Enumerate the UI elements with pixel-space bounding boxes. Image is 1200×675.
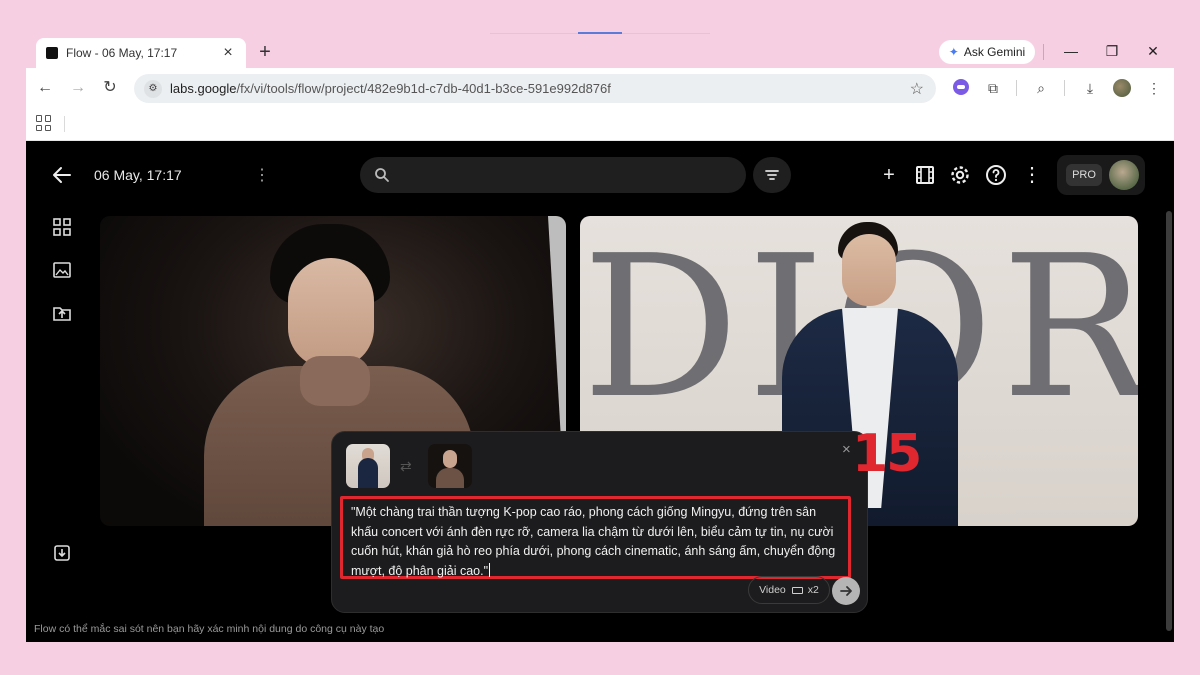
mode-label: Video bbox=[759, 584, 786, 596]
disclaimer-text: Flow có thể mắc sai sót nên bạn hãy xác … bbox=[34, 623, 385, 635]
apps-grid-icon[interactable] bbox=[36, 115, 52, 131]
subject-face bbox=[288, 258, 374, 368]
tab-strip: Flow - 06 May, 17:17 × + ✦ Ask Gemini — … bbox=[26, 35, 1174, 68]
tab-search-icon[interactable]: ⌕ bbox=[1031, 78, 1051, 98]
search-bar[interactable] bbox=[360, 157, 746, 193]
forward-icon[interactable]: → bbox=[67, 77, 89, 99]
url-path: /fx/vi/tools/flow/project/482e9b1d-c7db-… bbox=[236, 81, 611, 96]
add-icon[interactable]: + bbox=[877, 163, 901, 187]
toolbar-separator bbox=[1016, 80, 1017, 96]
tab-title: Flow - 06 May, 17:17 bbox=[66, 46, 178, 60]
prompt-input-highlight[interactable]: "Một chàng trai thần tượng K-pop cao ráo… bbox=[340, 496, 851, 579]
project-title: 06 May, 17:17 bbox=[94, 167, 182, 183]
back-icon[interactable]: ← bbox=[34, 77, 56, 99]
filter-icon bbox=[765, 170, 779, 180]
site-settings-icon[interactable]: ⚙ bbox=[144, 79, 162, 98]
step-number-annotation: 15 bbox=[852, 424, 922, 484]
user-avatar[interactable] bbox=[1109, 160, 1139, 190]
bookmarks-separator bbox=[64, 116, 65, 132]
search-icon bbox=[375, 168, 389, 182]
text-caret bbox=[489, 562, 491, 577]
flow-favicon-icon bbox=[46, 47, 58, 59]
minimize-icon[interactable]: — bbox=[1058, 40, 1084, 62]
browser-window: Flow - 06 May, 17:17 × + ✦ Ask Gemini — … bbox=[26, 35, 1174, 642]
bookmarks-bar bbox=[26, 108, 1174, 141]
settings-gear-icon[interactable] bbox=[948, 163, 972, 187]
new-tab-button[interactable]: + bbox=[254, 41, 276, 63]
prompt-text: "Một chàng trai thần tượng K-pop cao ráo… bbox=[351, 505, 836, 578]
aspect-ratio-icon bbox=[791, 586, 803, 594]
flow-app: 06 May, 17:17 ⋮ + ⋮ PRO ⇄ × "Một chàng t… bbox=[26, 141, 1174, 642]
search-input[interactable] bbox=[400, 165, 730, 185]
grid-view-icon[interactable] bbox=[52, 217, 72, 237]
output-settings-chip[interactable]: Video x2 bbox=[748, 576, 830, 604]
back-arrow-icon[interactable] bbox=[50, 163, 74, 187]
tabstrip-separator bbox=[1043, 44, 1044, 60]
window-close-icon[interactable]: ✕ bbox=[1140, 40, 1166, 62]
send-button[interactable] bbox=[832, 577, 860, 605]
filter-button[interactable] bbox=[753, 157, 791, 193]
ask-gemini-label: Ask Gemini bbox=[963, 45, 1026, 59]
restore-icon[interactable]: ❐ bbox=[1099, 40, 1125, 62]
upload-folder-icon[interactable] bbox=[52, 303, 72, 323]
url-host: labs.google bbox=[170, 81, 237, 96]
download-icon[interactable]: ⤓ bbox=[1080, 78, 1100, 98]
prompt-panel: ⇄ × "Một chàng trai thần tượng K-pop cao… bbox=[331, 431, 868, 613]
prompt-input[interactable]: "Một chàng trai thần tượng K-pop cao ráo… bbox=[351, 503, 840, 581]
panel-close-icon[interactable]: × bbox=[842, 441, 851, 458]
ask-gemini-button[interactable]: ✦ Ask Gemini bbox=[939, 40, 1035, 64]
address-bar[interactable]: ⚙ labs.google/fx/vi/tools/flow/project/4… bbox=[134, 74, 936, 103]
send-arrow-icon bbox=[840, 586, 852, 596]
reference-thumbnail-1[interactable] bbox=[346, 444, 390, 488]
swap-arrows-icon[interactable]: ⇄ bbox=[400, 458, 412, 475]
pro-badge: PRO bbox=[1066, 164, 1102, 186]
page-scrollbar[interactable] bbox=[1166, 211, 1172, 631]
project-more-icon[interactable]: ⋮ bbox=[252, 165, 272, 185]
account-pill[interactable]: PRO bbox=[1057, 155, 1145, 195]
reload-icon[interactable]: ↻ bbox=[99, 77, 121, 99]
bookmark-star-icon[interactable]: ☆ bbox=[910, 79, 924, 99]
gemini-spark-icon: ✦ bbox=[948, 45, 959, 59]
subject-face-right bbox=[842, 234, 896, 306]
browser-menu-icon[interactable]: ⋮ bbox=[1144, 78, 1164, 98]
top-divider-accent bbox=[578, 32, 622, 34]
toolbar-separator-2 bbox=[1064, 80, 1065, 96]
scenebuilder-film-icon[interactable] bbox=[913, 163, 937, 187]
output-count: x2 bbox=[807, 584, 819, 596]
reference-thumbnail-2[interactable] bbox=[428, 444, 472, 488]
url-text[interactable]: labs.google/fx/vi/tools/flow/project/482… bbox=[170, 81, 910, 96]
tab-close-icon[interactable]: × bbox=[220, 45, 236, 61]
subject-collar bbox=[300, 356, 370, 406]
image-icon[interactable] bbox=[52, 260, 72, 280]
help-icon[interactable] bbox=[984, 163, 1008, 187]
browser-profile-avatar[interactable] bbox=[1113, 79, 1131, 97]
active-tab[interactable]: Flow - 06 May, 17:17 × bbox=[36, 38, 246, 68]
app-more-icon[interactable]: ⋮ bbox=[1020, 163, 1044, 187]
extensions-puzzle-icon[interactable]: ⧉ bbox=[983, 78, 1003, 98]
extension-bot-icon[interactable] bbox=[953, 79, 969, 95]
browser-toolbar: ← → ↻ ⚙ labs.google/fx/vi/tools/flow/pro… bbox=[26, 68, 1174, 108]
archive-download-icon[interactable] bbox=[52, 543, 72, 563]
